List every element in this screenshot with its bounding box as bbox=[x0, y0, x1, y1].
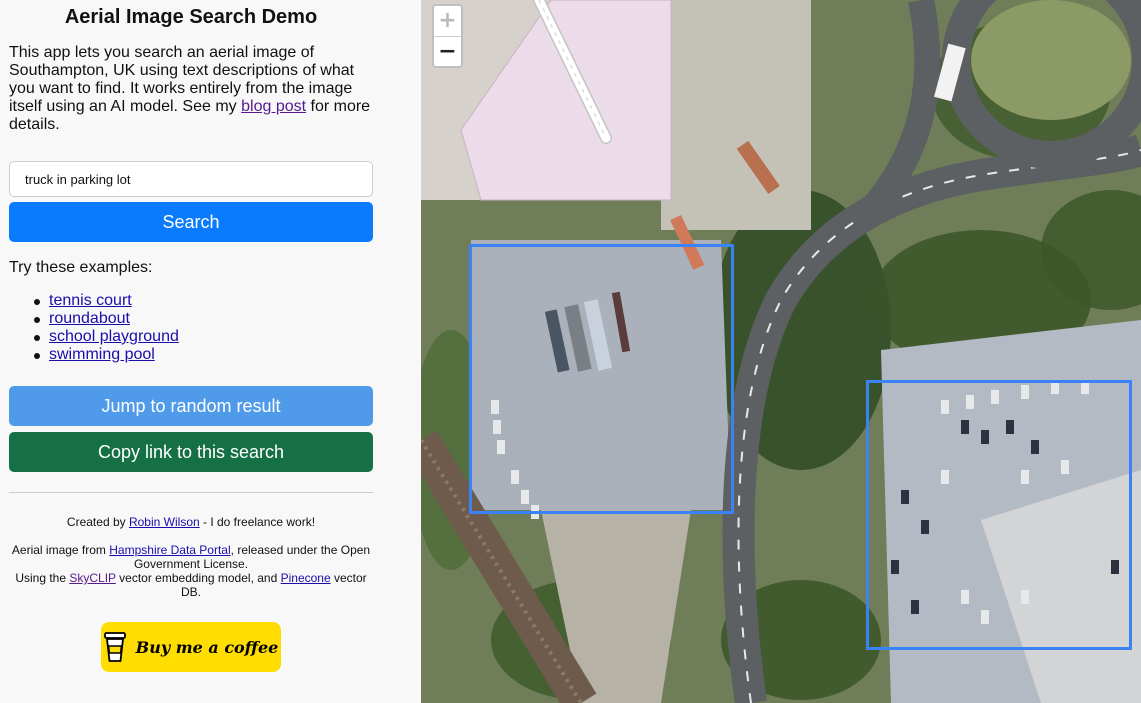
footer-created-by: Created by Robin Wilson - I do freelance… bbox=[66, 515, 316, 529]
coffee-label: Buy me a coffee bbox=[135, 637, 279, 657]
example-link-tennis-court[interactable]: tennis court bbox=[49, 292, 132, 309]
intro-text: This app lets you search an aerial image… bbox=[9, 44, 371, 133]
skyclip-link[interactable]: SkyCLIP bbox=[69, 571, 115, 585]
example-link-school-playground[interactable]: school playground bbox=[49, 328, 179, 345]
footer-credits: Aerial image from Hampshire Data Portal,… bbox=[11, 543, 371, 599]
sidebar: Aerial Image Search Demo This app lets y… bbox=[0, 0, 421, 703]
blog-post-link[interactable]: blog post bbox=[241, 98, 306, 115]
example-link-roundabout[interactable]: roundabout bbox=[49, 310, 130, 327]
search-input[interactable] bbox=[9, 161, 373, 197]
zoom-out-button[interactable]: − bbox=[434, 37, 461, 67]
search-button[interactable]: Search bbox=[9, 202, 373, 242]
list-item: roundabout bbox=[34, 310, 179, 328]
list-item: tennis court bbox=[34, 292, 179, 310]
author-link[interactable]: Robin Wilson bbox=[129, 515, 200, 529]
list-item: school playground bbox=[34, 328, 179, 346]
examples-heading: Try these examples: bbox=[9, 259, 153, 276]
search-result-box[interactable] bbox=[469, 244, 734, 514]
random-result-button[interactable]: Jump to random result bbox=[9, 386, 373, 426]
pinecone-link[interactable]: Pinecone bbox=[281, 571, 331, 585]
zoom-control: + − bbox=[432, 4, 463, 68]
page-title: Aerial Image Search Demo bbox=[64, 6, 318, 28]
list-item: swimming pool bbox=[34, 346, 179, 364]
data-portal-link[interactable]: Hampshire Data Portal bbox=[109, 543, 230, 557]
divider bbox=[9, 492, 373, 493]
coffee-cup-icon bbox=[103, 632, 126, 662]
copy-link-button[interactable]: Copy link to this search bbox=[9, 432, 373, 472]
buy-me-a-coffee-button[interactable]: Buy me a coffee bbox=[101, 622, 281, 672]
search-result-box[interactable] bbox=[866, 380, 1132, 650]
zoom-in-button[interactable]: + bbox=[434, 6, 461, 37]
aerial-map[interactable]: + − bbox=[421, 0, 1141, 703]
example-link-swimming-pool[interactable]: swimming pool bbox=[49, 346, 155, 363]
examples-list: tennis court roundabout school playgroun… bbox=[34, 292, 179, 364]
